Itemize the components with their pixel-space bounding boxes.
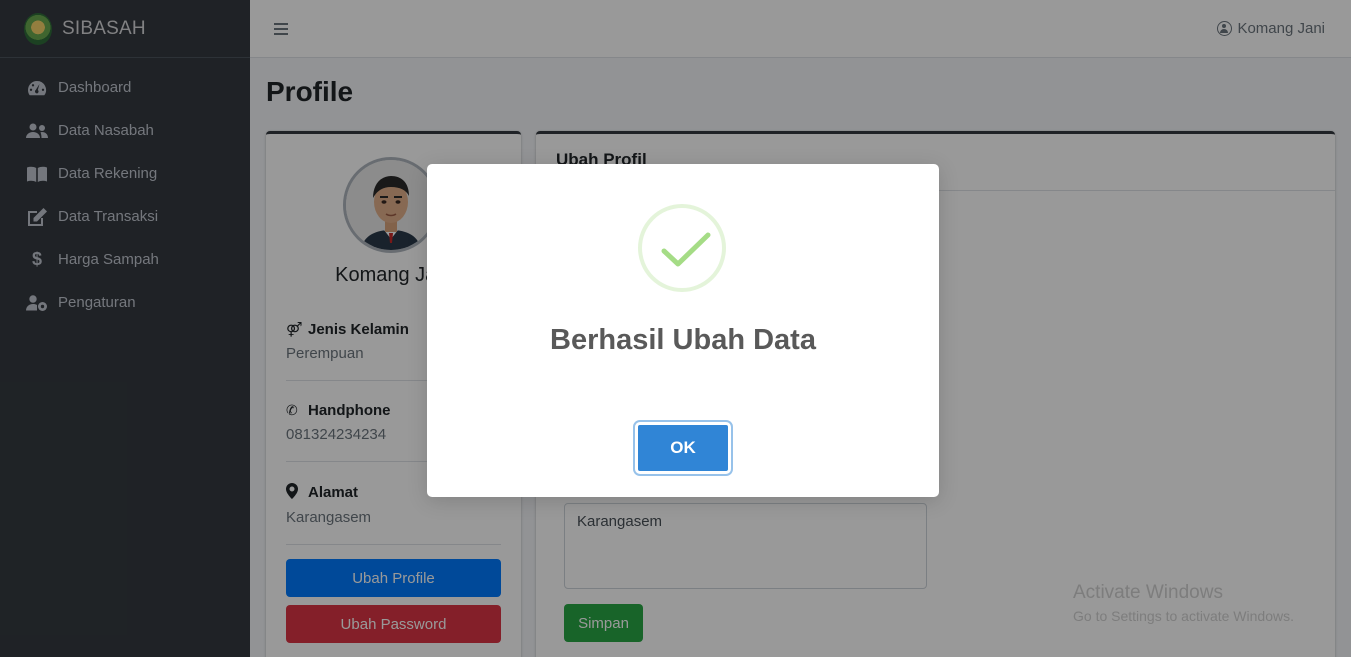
success-dialog: Berhasil Ubah Data OK [427, 164, 939, 497]
success-check-icon [638, 204, 726, 292]
dialog-title: Berhasil Ubah Data [550, 324, 816, 356]
ok-button[interactable]: OK [635, 422, 731, 474]
